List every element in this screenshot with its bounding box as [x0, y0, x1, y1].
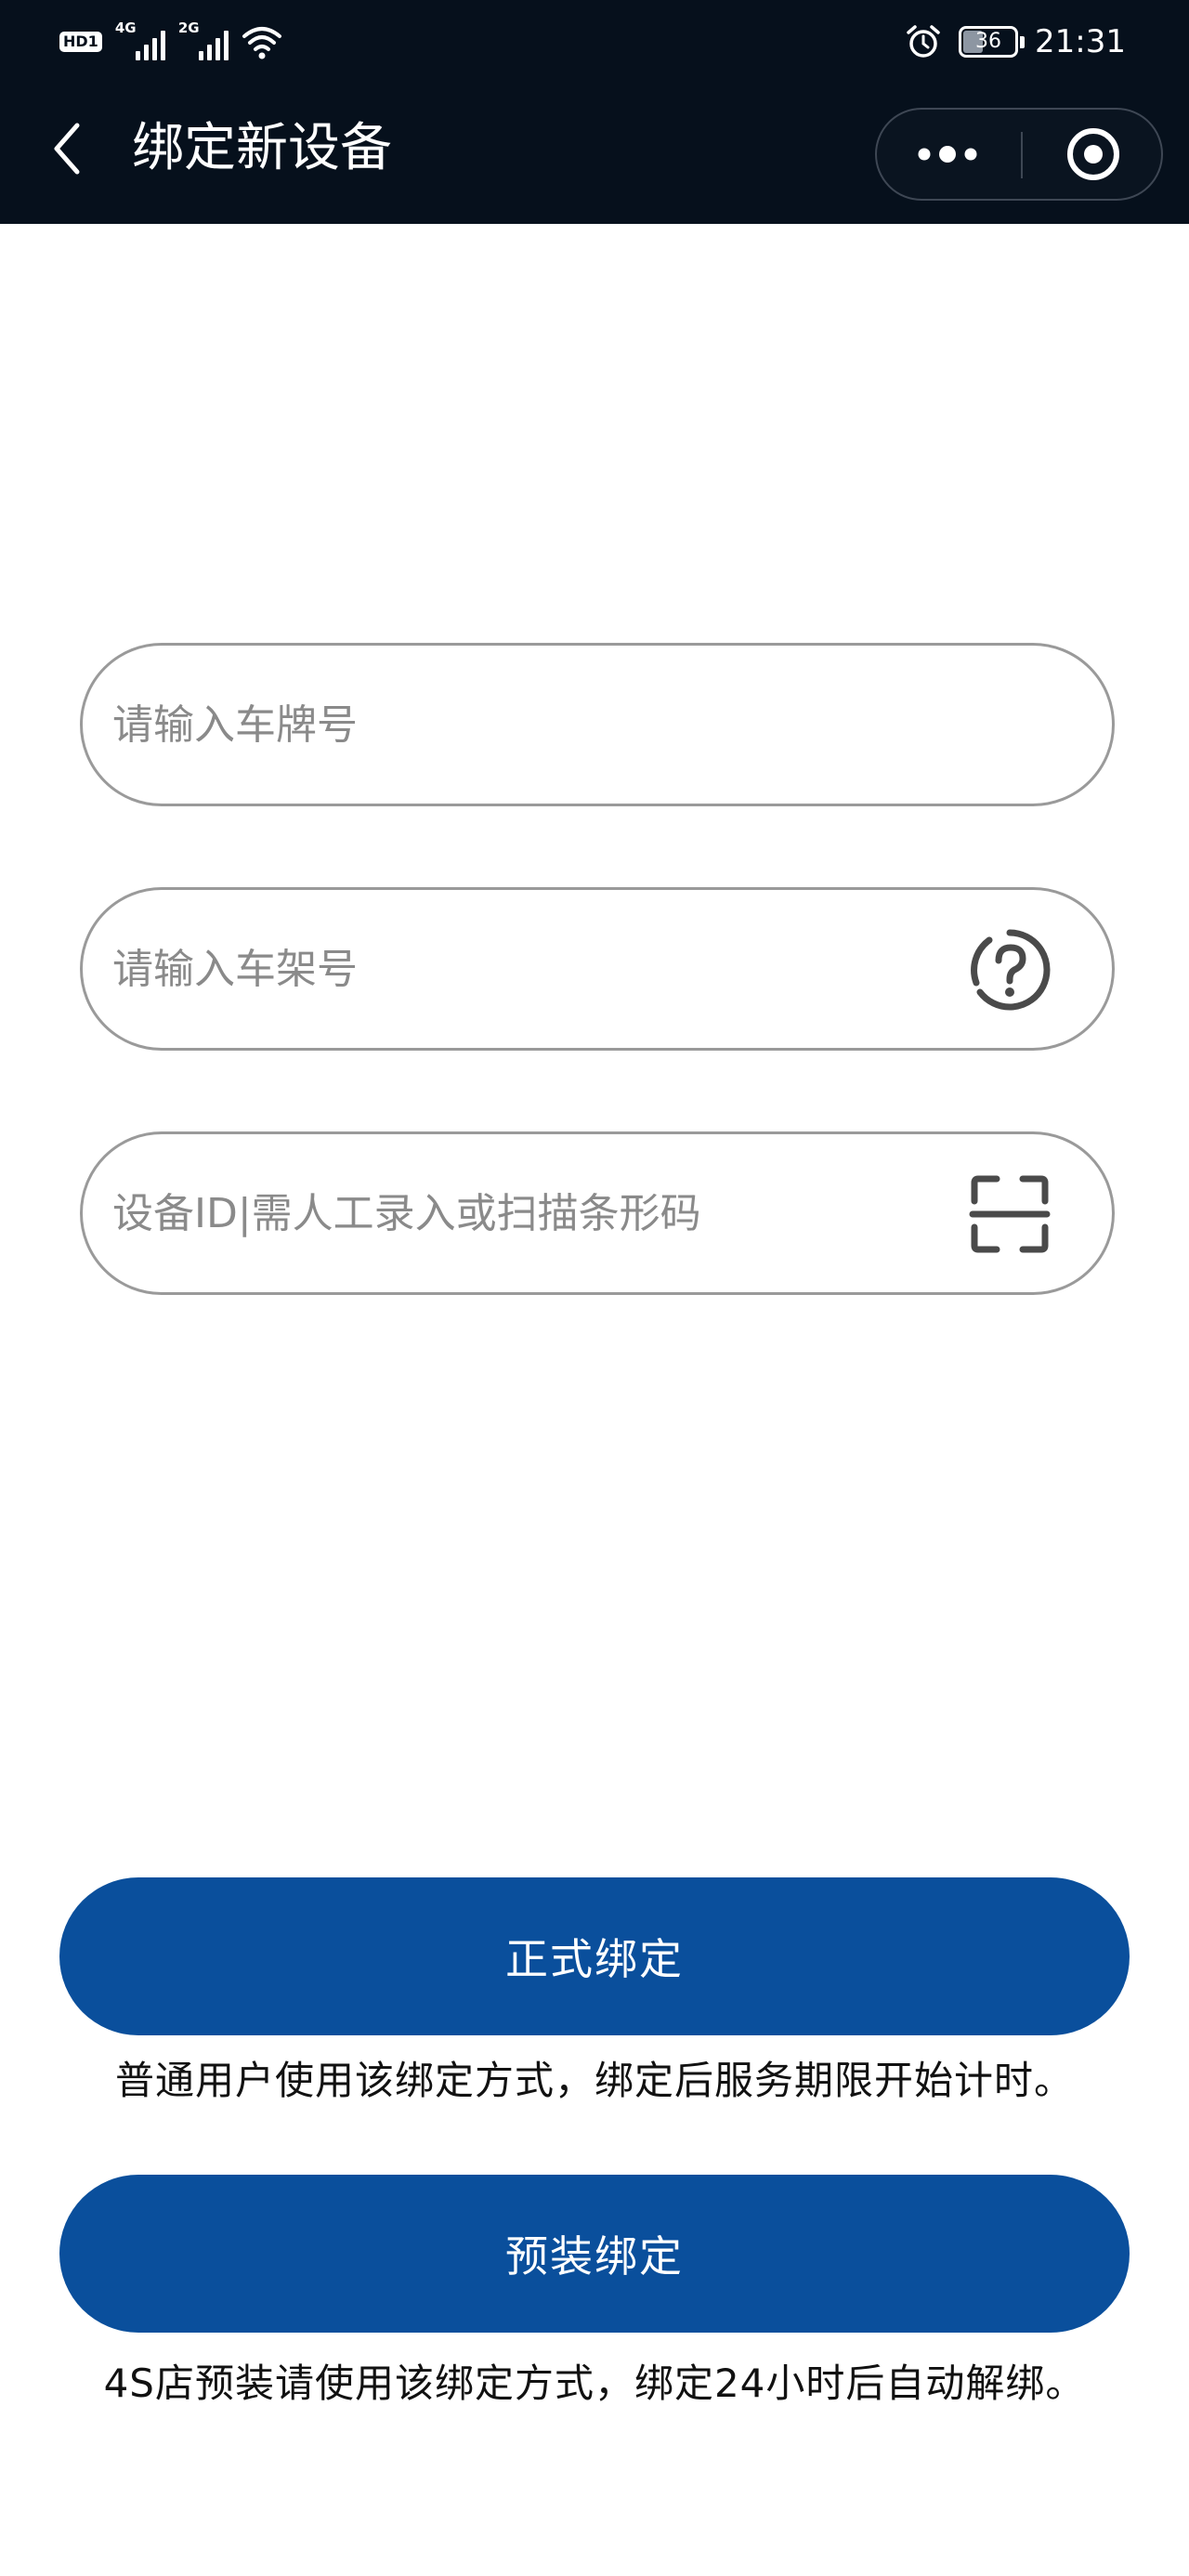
- scan-button[interactable]: [967, 1171, 1052, 1257]
- plate-input[interactable]: [112, 646, 930, 804]
- more-button[interactable]: [877, 110, 1018, 199]
- vin-input[interactable]: [112, 890, 930, 1048]
- top-bar: HD1 4G 2G 36 21:31 绑定新设备: [0, 0, 1189, 224]
- chevron-left-icon: [51, 122, 83, 176]
- device-id-field: [80, 1131, 1115, 1295]
- status-bar-left: HD1 4G 2G: [59, 19, 282, 65]
- formal-bind-button[interactable]: 正式绑定: [59, 1877, 1130, 2035]
- page-title: 绑定新设备: [132, 118, 392, 178]
- signal-bars-icon: [198, 31, 229, 60]
- back-button[interactable]: [37, 119, 97, 178]
- battery-indicator: 36: [959, 26, 1026, 58]
- status-bar-right: 36 21:31: [905, 19, 1126, 65]
- battery-level: 36: [975, 30, 1002, 53]
- signal-4g-label: 4G: [114, 20, 137, 36]
- question-circle-icon: [967, 927, 1052, 1013]
- nav-bar: 绑定新设备: [0, 93, 1189, 224]
- signal-2g: 2G: [177, 20, 229, 60]
- vin-help-button[interactable]: [967, 927, 1052, 1013]
- alarm-clock-icon: [905, 23, 942, 60]
- wifi-icon: [242, 23, 282, 60]
- plate-field: [80, 643, 1115, 806]
- formal-bind-hint: 普通用户使用该绑定方式，绑定后服务期限开始计时。: [114, 2058, 1074, 2103]
- preinstall-bind-hint: 4S店预装请使用该绑定方式，绑定24小时后自动解绑。: [103, 2360, 1086, 2406]
- miniprogram-capsule: [875, 108, 1163, 201]
- preinstall-bind-button[interactable]: 预装绑定: [59, 2175, 1130, 2333]
- signal-2g-label: 2G: [177, 20, 200, 36]
- vin-field: [80, 887, 1115, 1051]
- capsule-divider: [1021, 132, 1023, 178]
- hd-badge: HD1: [59, 32, 102, 52]
- more-dots-icon: [915, 145, 980, 163]
- signal-4g: 4G: [114, 20, 165, 60]
- scan-frame-icon: [969, 1173, 1051, 1255]
- target-circle-icon: [1065, 126, 1121, 182]
- signal-bars-icon: [135, 31, 165, 60]
- status-bar: HD1 4G 2G 36 21:31: [0, 0, 1189, 84]
- status-time: 21:31: [1035, 23, 1126, 60]
- device-id-input[interactable]: [112, 1134, 930, 1292]
- close-miniprogram-button[interactable]: [1024, 110, 1163, 199]
